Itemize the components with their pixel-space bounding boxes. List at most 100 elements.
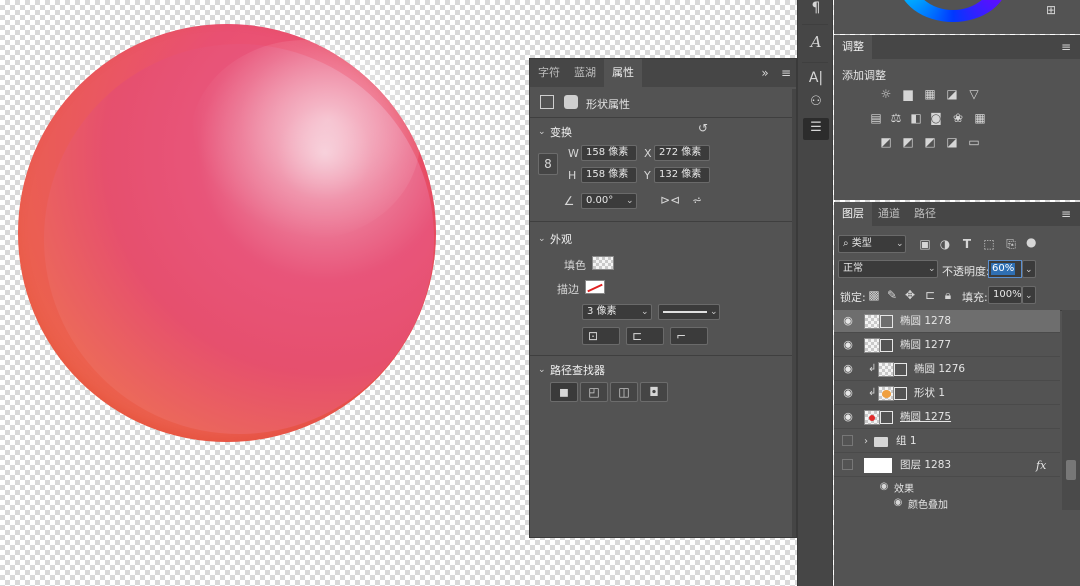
stroke-width-dropdown-icon[interactable]: ⌄ [641,307,649,317]
layer-name[interactable]: 椭圆 1277 [900,334,951,357]
visibility-eye-icon[interactable]: ◉ [842,363,854,375]
tab-layers[interactable]: 图层 [834,202,872,226]
height-field[interactable]: 158 像素 [581,167,637,183]
vibrance-icon[interactable]: ▽ [966,88,982,100]
tab-adjustments[interactable]: 调整 [834,35,872,59]
adjustments-toggle-button[interactable]: ☰ [803,118,829,140]
adjustments-menu-icon[interactable]: ≡ [1060,41,1072,53]
layer-name[interactable]: 组 1 [896,430,917,453]
appearance-caret-icon[interactable]: ⌄ [538,234,546,244]
transform-caret-icon[interactable]: ⌄ [538,127,546,137]
visibility-eye-icon[interactable]: ◉ [842,411,854,423]
opacity-field[interactable]: 60% [988,260,1022,278]
visibility-eye-icon[interactable]: ◉ [842,339,854,351]
stroke-corners-select[interactable]: ⌐ [670,327,708,345]
fill-field[interactable]: 100% [988,286,1022,304]
subtract-shapes-button[interactable]: ◰ [580,382,608,402]
color-lookup-icon[interactable]: ▦ [972,112,988,124]
lock-artboard-icon[interactable]: ⊏ [924,289,936,301]
black-white-icon[interactable]: ◧ [908,112,924,124]
threshold-icon[interactable]: ◩ [922,136,938,148]
layer-name[interactable]: 形状 1 [914,382,945,405]
combine-shapes-button[interactable]: ◼ [550,382,578,402]
fill-dropdown-button[interactable]: ⌄ [1022,286,1036,304]
pathfinder-caret-icon[interactable]: ⌄ [538,365,546,375]
tab-character[interactable]: 字符 [530,59,568,87]
character-styles-icon[interactable]: A| [808,71,824,85]
expand-group-icon[interactable]: › [862,436,870,448]
flip-horizontal-icon[interactable]: ⊳⊲ [660,194,680,206]
layer-filter-dropdown-icon[interactable]: ⌄ [896,239,904,249]
photo-filter-icon[interactable]: ◙ [928,112,944,124]
filter-type-icon[interactable]: T [960,238,974,250]
layer-name[interactable]: 椭圆 1276 [914,358,965,381]
tab-properties[interactable]: 属性 [604,59,642,87]
blend-mode-select[interactable]: 正常 [838,260,938,278]
panel-menu-icon[interactable]: ≡ [780,67,792,79]
intersect-shapes-button[interactable]: ◫ [610,382,638,402]
add-swatch-icon[interactable]: ⊞ [1044,4,1058,16]
layer-name[interactable]: 椭圆 1275 [900,406,951,429]
selective-color-icon[interactable]: ◪ [944,136,960,148]
effects-eye-icon[interactable]: ◉ [878,481,890,493]
shape-properties-icon[interactable] [540,95,554,109]
lock-transparent-icon[interactable]: ▩ [868,289,880,301]
visibility-toggle-empty[interactable] [842,435,853,446]
layer-row-ellipse-1275[interactable]: ◉ 椭圆 1275 [834,406,1060,429]
tab-paths[interactable]: 路径 [906,202,944,226]
filter-pixel-icon[interactable]: ▣ [918,238,932,250]
layers-menu-icon[interactable]: ≡ [1060,208,1072,220]
angle-dropdown-icon[interactable]: ⌄ [626,196,634,206]
layer-effects-fx-icon[interactable]: fx [1036,459,1046,472]
filter-toggle-icon[interactable]: ● [1026,236,1036,248]
layers-scrollbar-thumb[interactable] [1066,460,1076,480]
channel-mixer-icon[interactable]: ❀ [950,112,966,124]
lanhu-plugin-icon[interactable]: ⚇ [808,95,824,108]
tab-lanhu[interactable]: 蓝湖 [566,59,604,87]
layer-row-shape-1[interactable]: ◉ ↲ 形状 1 [834,382,1060,405]
curves-icon[interactable]: ▦ [922,88,938,100]
collapse-panel-icon[interactable]: » [758,67,772,79]
layer-row-ellipse-1278[interactable]: ◉ 椭圆 1278 [834,310,1060,333]
layer-row-group-1[interactable]: › 组 1 [834,430,1060,453]
reset-transform-icon[interactable]: ↺ [696,122,710,134]
layer-name[interactable]: 图层 1283 [900,454,951,477]
fill-swatch[interactable] [592,256,614,270]
stroke-swatch[interactable] [585,280,605,294]
layer-name[interactable]: 椭圆 1278 [900,310,951,333]
stroke-caps-select[interactable]: ⊏ [626,327,664,345]
color-balance-icon[interactable]: ⚖ [888,112,904,124]
stroke-align-select[interactable]: ⊡ [582,327,620,345]
lock-image-icon[interactable]: ✎ [886,289,898,301]
tab-channels[interactable]: 通道 [870,202,908,226]
layer-row-layer-1283[interactable]: 图层 1283 fx [834,454,1060,477]
properties-scrollbar[interactable] [792,89,796,537]
x-field[interactable]: 272 像素 [654,145,710,161]
gradient-map-icon[interactable]: ▭ [966,136,982,148]
y-field[interactable]: 132 像素 [654,167,710,183]
brightness-icon[interactable]: ☼ [878,88,894,100]
flip-vertical-icon[interactable]: ⩫ [690,194,704,206]
paragraph-icon[interactable]: ¶ [809,1,823,15]
layer-row-ellipse-1276[interactable]: ◉ ↲ 椭圆 1276 [834,358,1060,381]
width-field[interactable]: 158 像素 [581,145,637,161]
visibility-eye-icon[interactable]: ◉ [842,315,854,327]
layers-scrollbar[interactable] [1062,310,1080,510]
posterize-icon[interactable]: ◩ [900,136,916,148]
color-overlay-eye-icon[interactable]: ◉ [892,497,904,509]
link-dimensions-button[interactable]: 8 [538,153,558,175]
exclude-shapes-button[interactable]: ◘ [640,382,668,402]
color-wheel[interactable] [898,0,1008,22]
stroke-style-dropdown-icon[interactable]: ⌄ [710,307,718,317]
glyphs-icon[interactable]: A [808,35,824,50]
visibility-toggle-empty[interactable] [842,459,853,470]
lock-position-icon[interactable]: ✥ [904,289,916,301]
invert-icon[interactable]: ◩ [878,136,894,148]
hue-saturation-icon[interactable]: ▤ [868,112,884,124]
visibility-eye-icon[interactable]: ◉ [842,387,854,399]
layer-row-ellipse-1277[interactable]: ◉ 椭圆 1277 [834,334,1060,357]
levels-icon[interactable]: ▆ [900,88,916,100]
mask-properties-icon[interactable] [564,95,578,109]
lock-all-icon[interactable]: 🔒︎ [942,289,954,301]
filter-smart-object-icon[interactable]: ⎘ [1004,238,1018,250]
